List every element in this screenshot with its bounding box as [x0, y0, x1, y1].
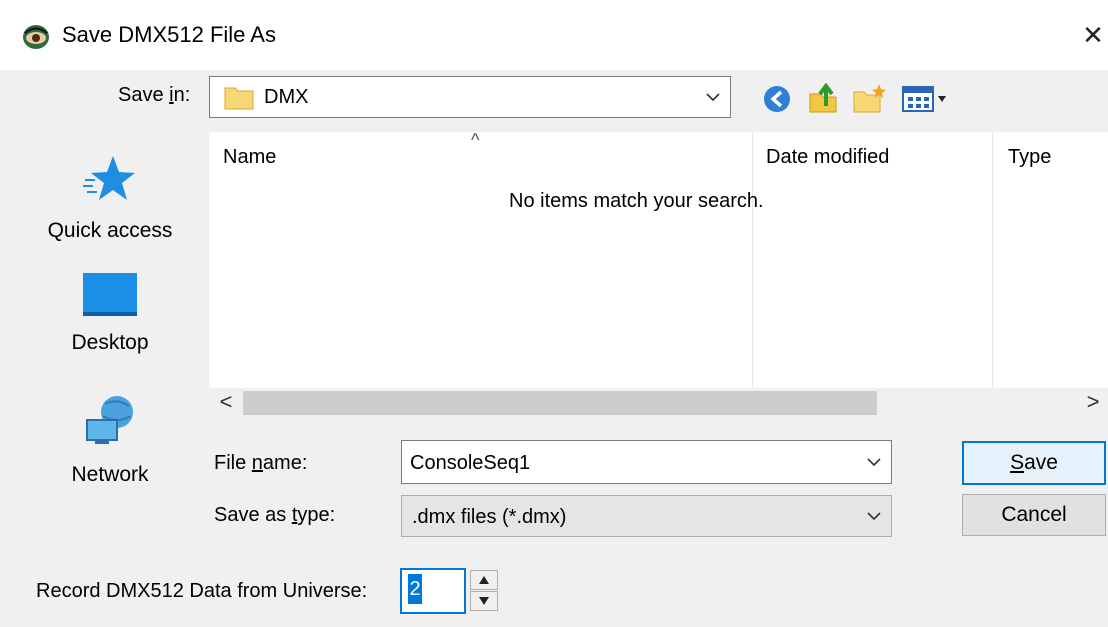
place-desktop[interactable]: Desktop: [22, 272, 198, 355]
star-icon: [83, 156, 135, 200]
universe-label: Record DMX512 Data from Universe:: [36, 580, 368, 602]
close-button[interactable]: ✕: [1080, 20, 1106, 50]
column-header-type[interactable]: Type: [1008, 146, 1051, 169]
place-quick-access[interactable]: Quick access: [22, 152, 198, 243]
triangle-up-icon: [479, 576, 489, 584]
cancel-button[interactable]: Cancel: [962, 494, 1106, 536]
new-folder-icon[interactable]: [852, 82, 888, 114]
column-divider: [992, 132, 993, 390]
save-in-value: DMX: [264, 86, 309, 108]
column-divider: [752, 132, 753, 390]
scroll-right-button[interactable]: >: [1078, 388, 1108, 418]
scroll-left-button[interactable]: <: [211, 388, 241, 418]
save-button[interactable]: Save: [962, 441, 1106, 485]
save-in-label: Save in:: [118, 84, 191, 106]
title-bar: Save DMX512 File As ✕: [0, 0, 1108, 70]
horizontal-scrollbar[interactable]: < >: [209, 388, 1108, 418]
back-icon[interactable]: [762, 84, 792, 114]
view-menu-icon[interactable]: [900, 84, 954, 114]
save-as-type-label: Save as type:: [214, 504, 336, 526]
folder-icon: [224, 87, 254, 110]
universe-value: 2: [408, 574, 422, 604]
universe-spinner[interactable]: 2: [400, 568, 500, 614]
chevron-down-icon: [706, 93, 720, 102]
file-name-input[interactable]: ConsoleSeq1: [401, 440, 892, 484]
place-network[interactable]: Network: [22, 394, 198, 487]
place-label: Network: [71, 463, 149, 486]
spin-up-button[interactable]: [470, 570, 498, 590]
save-as-type-dropdown[interactable]: .dmx files (*.dmx): [401, 495, 892, 537]
desktop-icon: [83, 273, 137, 316]
empty-message: No items match your search.: [509, 190, 764, 212]
save-as-type-value: .dmx files (*.dmx): [412, 506, 567, 528]
spin-down-button[interactable]: [470, 591, 498, 611]
column-header-name[interactable]: Name: [223, 146, 276, 169]
places-bar: Quick access Desktop Network: [22, 132, 198, 530]
file-name-value: ConsoleSeq1: [410, 452, 531, 474]
chevron-down-icon[interactable]: [867, 457, 881, 467]
universe-input[interactable]: 2: [400, 568, 466, 614]
save-in-dropdown[interactable]: DMX: [209, 76, 731, 118]
sort-ascending-icon: ^: [471, 130, 480, 150]
column-header-date-modified[interactable]: Date modified: [766, 146, 889, 169]
file-name-label: File name:: [214, 452, 308, 474]
place-label: Quick access: [47, 219, 173, 242]
save-file-dialog: Save DMX512 File As ✕ Save in: DMX Quick…: [0, 0, 1108, 627]
window-title: Save DMX512 File As: [62, 22, 276, 47]
scroll-thumb[interactable]: [243, 391, 877, 415]
network-icon: [86, 396, 133, 444]
triangle-down-icon: [479, 597, 489, 605]
chevron-down-icon: [867, 512, 881, 521]
file-list[interactable]: ^ Name Date modified Type No items match…: [209, 130, 1108, 390]
place-label: Desktop: [71, 331, 149, 354]
app-eye-icon: [23, 25, 49, 49]
up-folder-icon[interactable]: [806, 80, 840, 114]
